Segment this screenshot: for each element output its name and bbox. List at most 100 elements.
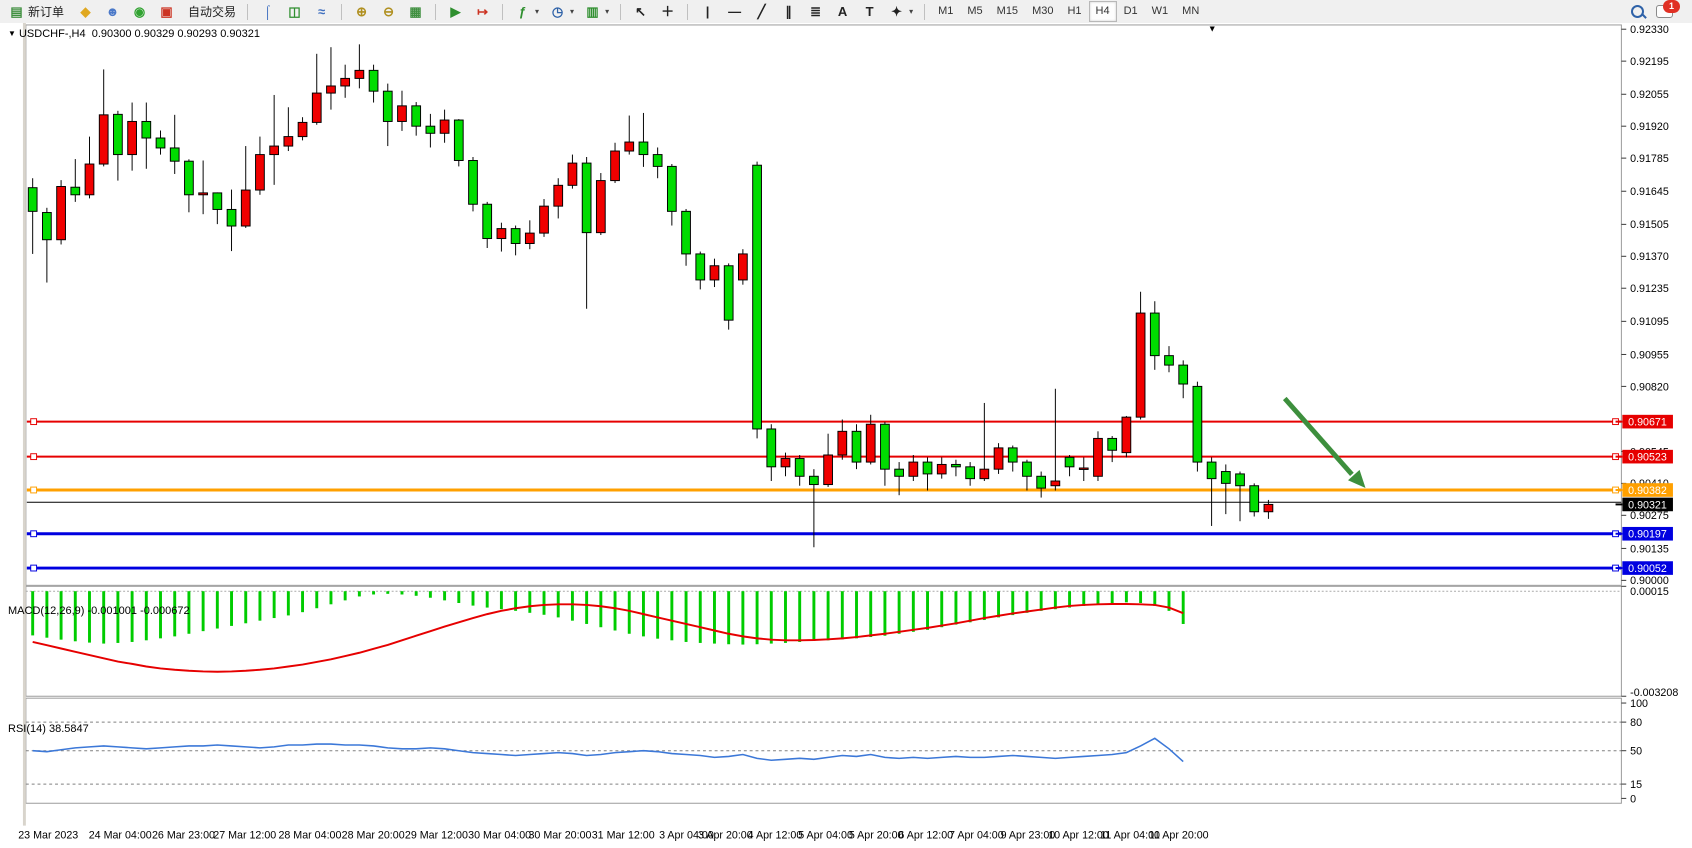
candlestick-chart-button[interactable]: ◫ — [281, 1, 308, 23]
svg-text:0.90671: 0.90671 — [1628, 417, 1667, 429]
svg-text:5 Apr 04:00: 5 Apr 04:00 — [798, 829, 853, 841]
chart-window[interactable]: 0.923300.921950.920550.919200.917850.916… — [0, 23, 1692, 848]
timeframe-w1-button[interactable]: W1 — [1145, 1, 1176, 22]
svg-text:0.90275: 0.90275 — [1630, 510, 1669, 522]
cursor-icon: ↖ — [632, 4, 649, 20]
text-label-button[interactable]: T — [856, 1, 883, 23]
publisher-icon: ◆ — [77, 4, 94, 20]
trading-platform-window: ▤ 新订单 ◆☻◉▣ 自动交易 ⌠◫≈ ⊕⊖▦ ▶↦ ƒ▾◷▾▥▾ ↖＋ |—╱… — [0, 0, 1692, 848]
svg-text:0.90052: 0.90052 — [1628, 563, 1667, 575]
vertical-line-icon: | — [699, 4, 716, 20]
zoom-in-button[interactable]: ⊕ — [348, 1, 375, 23]
timeframe-m1-button[interactable]: M1 — [931, 1, 960, 22]
templates-icon: ▥ — [584, 4, 601, 20]
templates-button[interactable]: ▥▾ — [579, 1, 614, 23]
notifications-button[interactable]: 1 — [1656, 3, 1678, 20]
text-label-icon: T — [861, 4, 878, 20]
timeframe-m5-button[interactable]: M5 — [960, 1, 989, 22]
svg-text:50: 50 — [1630, 746, 1642, 758]
tile-windows-icon: ▦ — [407, 4, 424, 20]
arrows-icon: ✦ — [888, 4, 905, 20]
svg-text:80: 80 — [1630, 717, 1642, 729]
horizontal-line-button[interactable]: — — [721, 1, 748, 23]
vertical-line-button[interactable]: | — [694, 1, 721, 23]
signals-button[interactable]: ◉ — [126, 1, 153, 23]
svg-text:100: 100 — [1630, 698, 1648, 710]
timeframe-mn-button[interactable]: MN — [1175, 1, 1206, 22]
notification-badge: 1 — [1663, 0, 1680, 13]
collapse-triangle-icon[interactable]: ▼ — [8, 29, 16, 38]
svg-text:0.91505: 0.91505 — [1630, 219, 1669, 231]
zoom-out-button[interactable]: ⊖ — [375, 1, 402, 23]
publisher-button[interactable]: ◆ — [72, 1, 99, 23]
channel-button[interactable]: ∥ — [775, 1, 802, 23]
svg-text:0.90820: 0.90820 — [1630, 381, 1669, 393]
svg-text:0.90321: 0.90321 — [1628, 499, 1667, 511]
svg-text:0: 0 — [1630, 793, 1636, 805]
timeframe-bar: M1M5M15M30H1H4D1W1MN — [928, 1, 1209, 23]
svg-text:0.91645: 0.91645 — [1630, 186, 1669, 198]
chart-shift-button[interactable]: ↦ — [469, 1, 496, 23]
macd-indicator-label: MACD(12,26,9) -0.001001 -0.000672 — [8, 605, 190, 617]
svg-text:▼: ▼ — [1208, 24, 1217, 34]
dropdown-caret-icon[interactable]: ▾ — [909, 7, 913, 16]
fibonacci-icon: ≣ — [807, 4, 824, 20]
svg-text:0.91920: 0.91920 — [1630, 121, 1669, 133]
timeframe-h1-button[interactable]: H1 — [1060, 1, 1088, 22]
new-order-label: 新订单 — [28, 3, 64, 20]
search-button[interactable] — [1630, 4, 1646, 20]
arrows-button[interactable]: ✦▾ — [883, 1, 918, 23]
main-toolbar: ▤ 新订单 ◆☻◉▣ 自动交易 ⌠◫≈ ⊕⊖▦ ▶↦ ƒ▾◷▾▥▾ ↖＋ |—╱… — [0, 0, 1692, 24]
line-handle[interactable] — [31, 454, 37, 460]
cursor-button[interactable]: ↖ — [627, 1, 654, 23]
svg-text:0.90197: 0.90197 — [1628, 529, 1667, 541]
crosshair-icon: ＋ — [659, 4, 676, 20]
timeframe-h4-button[interactable]: H4 — [1089, 1, 1117, 22]
signals-icon: ◉ — [131, 4, 148, 20]
svg-text:0.90382: 0.90382 — [1628, 485, 1667, 497]
autotrading-button[interactable]: ▣ — [153, 1, 180, 23]
svg-text:9 Apr 23:00: 9 Apr 23:00 — [1001, 829, 1056, 841]
line-handle[interactable] — [31, 531, 37, 537]
svg-text:3 Apr 20:00: 3 Apr 20:00 — [698, 829, 753, 841]
svg-text:7 Apr 04:00: 7 Apr 04:00 — [949, 829, 1004, 841]
periods-button[interactable]: ◷▾ — [544, 1, 579, 23]
text-button[interactable]: A — [829, 1, 856, 23]
line-handle[interactable] — [31, 487, 37, 493]
svg-text:0.00015: 0.00015 — [1630, 586, 1669, 598]
line-chart-button[interactable]: ≈ — [308, 1, 335, 23]
timeframe-m15-button[interactable]: M15 — [990, 1, 1025, 22]
svg-text:0.90955: 0.90955 — [1630, 349, 1669, 361]
dropdown-caret-icon[interactable]: ▾ — [605, 7, 609, 16]
trendline-icon: ╱ — [753, 4, 770, 20]
zoom-in-icon: ⊕ — [353, 4, 370, 20]
bar-chart-button[interactable]: ⌠ — [254, 1, 281, 23]
timeframe-d1-button[interactable]: D1 — [1117, 1, 1145, 22]
svg-text:5 Apr 20:00: 5 Apr 20:00 — [849, 829, 904, 841]
svg-text:0.90135: 0.90135 — [1630, 543, 1669, 555]
timeframe-m30-button[interactable]: M30 — [1025, 1, 1060, 22]
indicators-button[interactable]: ƒ▾ — [509, 1, 544, 23]
svg-text:29 Mar 12:00: 29 Mar 12:00 — [405, 829, 468, 841]
new-order-icon: ▤ — [8, 4, 25, 20]
line-handle[interactable] — [31, 419, 37, 425]
crosshair-button[interactable]: ＋ — [654, 1, 681, 23]
text-icon: A — [834, 4, 851, 20]
trendline-button[interactable]: ╱ — [748, 1, 775, 23]
candlestick-chart-icon: ◫ — [286, 4, 303, 20]
dropdown-caret-icon[interactable]: ▾ — [535, 7, 539, 16]
dropdown-caret-icon[interactable]: ▾ — [570, 7, 574, 16]
time-axis[interactable]: 23 Mar 202324 Mar 04:0026 Mar 23:0027 Ma… — [18, 829, 1208, 841]
navigator-button[interactable]: ☻ — [99, 1, 126, 23]
svg-text:31 Mar 12:00: 31 Mar 12:00 — [592, 829, 655, 841]
svg-text:30 Mar 04:00: 30 Mar 04:00 — [468, 829, 531, 841]
new-order-button[interactable]: ▤ 新订单 — [3, 1, 69, 23]
tile-windows-button[interactable]: ▦ — [402, 1, 429, 23]
auto-scroll-icon: ▶ — [447, 4, 464, 20]
svg-text:0.91235: 0.91235 — [1630, 283, 1669, 295]
chart-canvas[interactable]: 0.923300.921950.920550.919200.917850.916… — [0, 23, 1692, 848]
fibonacci-button[interactable]: ≣ — [802, 1, 829, 23]
line-handle[interactable] — [31, 565, 37, 571]
auto-trading-button[interactable]: 自动交易 — [183, 1, 241, 23]
auto-scroll-button[interactable]: ▶ — [442, 1, 469, 23]
